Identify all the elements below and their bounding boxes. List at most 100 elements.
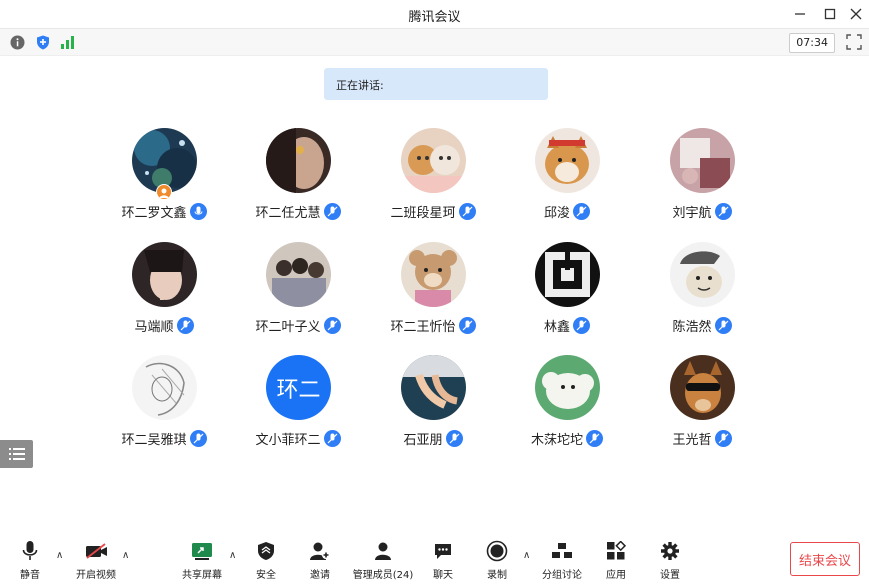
participant-tile[interactable]: 木莯坨坨 (500, 355, 634, 455)
avatar (535, 355, 600, 420)
participant-name: 环二任尤慧 (255, 205, 321, 221)
security-button[interactable]: 安全 (236, 540, 296, 581)
participant-name: 刘宇航 (672, 205, 712, 221)
chat-button[interactable]: 聊天 (413, 540, 473, 581)
mute-label: 静音 (20, 570, 40, 581)
participant-name: 林鑫 (543, 319, 570, 335)
chevron-up-icon[interactable]: ∧ (523, 550, 530, 561)
invite-label: 邀请 (310, 570, 330, 581)
gear-icon (659, 540, 681, 562)
participant-tile[interactable]: 环二王忻怡 (366, 242, 500, 342)
share-screen-button[interactable]: 共享屏幕 (172, 540, 232, 581)
settings-button[interactable]: 设置 (640, 540, 700, 581)
record-icon (486, 540, 508, 562)
maximize-button[interactable] (819, 4, 841, 24)
participant-name: 环二王忻怡 (390, 319, 456, 335)
end-meeting-button[interactable]: 结束会议 (790, 542, 860, 576)
participant-tile[interactable]: 邱浚 (500, 128, 634, 228)
title-bar: 腾讯会议 (0, 0, 869, 29)
participant-tile[interactable]: 环二叶子义 (231, 242, 365, 342)
security-label: 安全 (256, 570, 276, 581)
share-screen-label: 共享屏幕 (182, 570, 222, 581)
minimize-button[interactable] (789, 4, 811, 24)
participant-tile[interactable]: 马端顺 (97, 242, 231, 342)
mic-muted-icon (189, 202, 207, 220)
manage-members-label: 管理成员(24) (352, 570, 414, 581)
participant-name: 环二叶子义 (255, 319, 321, 335)
avatar (670, 128, 735, 193)
close-button[interactable] (845, 4, 867, 24)
participant-tile[interactable]: 环二任尤慧 (231, 128, 365, 228)
start-video-button[interactable]: 开启视频 (66, 540, 126, 581)
participant-name: 二班段星珂 (390, 205, 456, 221)
avatar (670, 355, 735, 420)
close-icon (850, 8, 862, 20)
settings-label: 设置 (660, 570, 680, 581)
breakout-rooms-button[interactable]: 分组讨论 (532, 540, 592, 581)
participant-name: 邱浚 (543, 205, 570, 221)
list-icon (8, 448, 25, 460)
avatar: 环二 (266, 355, 331, 420)
mic-muted-icon (323, 202, 341, 220)
manage-members-button[interactable]: 管理成员(24) (352, 540, 414, 581)
participant-tile[interactable]: 林鑫 (500, 242, 634, 342)
mic-muted-icon (714, 316, 732, 334)
participant-name: 木莯坨坨 (530, 432, 583, 448)
info-icon[interactable] (9, 34, 25, 50)
mic-muted-icon (445, 429, 463, 447)
add-user-icon (309, 540, 331, 562)
avatar (266, 242, 331, 307)
mic-muted-icon (323, 316, 341, 334)
window-title: 腾讯会议 (408, 10, 461, 25)
mic-muted-icon (573, 316, 590, 334)
mute-button[interactable]: 静音 (0, 540, 60, 581)
mic-muted-icon (586, 429, 603, 447)
avatar (132, 355, 197, 420)
chat-icon (432, 540, 454, 562)
apps-button[interactable]: 应用 (586, 540, 646, 581)
record-button[interactable]: 录制 (467, 540, 527, 581)
participant-tile[interactable]: 二班段星珂 (366, 128, 500, 228)
participant-tile[interactable]: 环二罗文鑫 (97, 128, 231, 228)
maximize-icon (824, 8, 836, 20)
avatar (266, 128, 331, 193)
participant-tile[interactable]: 王光哲 (635, 355, 769, 455)
avatar-text: 环二 (276, 377, 321, 403)
avatar (132, 242, 197, 307)
chevron-up-icon[interactable]: ∧ (122, 550, 129, 561)
fullscreen-button[interactable] (845, 33, 863, 51)
shield-icon (255, 540, 277, 562)
members-icon (372, 540, 394, 562)
avatar (535, 242, 600, 307)
participant-tile[interactable]: 陈浩然 (635, 242, 769, 342)
speaking-indicator: 正在讲话: (324, 68, 548, 100)
participant-tile[interactable]: 环二吴雅琪 (97, 355, 231, 455)
avatar (401, 242, 466, 307)
chevron-up-icon[interactable]: ∧ (56, 550, 63, 561)
shield-icon[interactable] (35, 34, 51, 50)
participant-name: 陈浩然 (672, 319, 712, 335)
breakout-icon (551, 540, 573, 562)
fullscreen-icon (846, 34, 862, 50)
participant-tile[interactable]: 环二 文小菲环二 (231, 355, 365, 455)
participant-name: 文小菲环二 (255, 432, 321, 448)
invite-button[interactable]: 邀请 (290, 540, 350, 581)
mic-muted-icon (189, 429, 207, 447)
participant-name: 环二罗文鑫 (121, 205, 187, 221)
avatar (401, 128, 466, 193)
mic-muted-icon (458, 316, 476, 334)
participant-tile[interactable]: 刘宇航 (635, 128, 769, 228)
avatar (535, 128, 600, 193)
host-badge (156, 184, 172, 200)
speaking-label: 正在讲话: (336, 79, 384, 92)
participant-list-toggle[interactable] (0, 440, 33, 468)
apps-label: 应用 (606, 570, 626, 581)
mic-muted-icon (573, 202, 590, 220)
signal-icon[interactable] (60, 34, 76, 50)
start-video-label: 开启视频 (76, 570, 116, 581)
participant-tile[interactable]: 石亚朋 (366, 355, 500, 455)
minimize-icon (795, 13, 805, 15)
meeting-info-bar: 07:34 (0, 29, 869, 56)
mic-muted-icon (714, 202, 732, 220)
video-off-icon (85, 540, 107, 562)
